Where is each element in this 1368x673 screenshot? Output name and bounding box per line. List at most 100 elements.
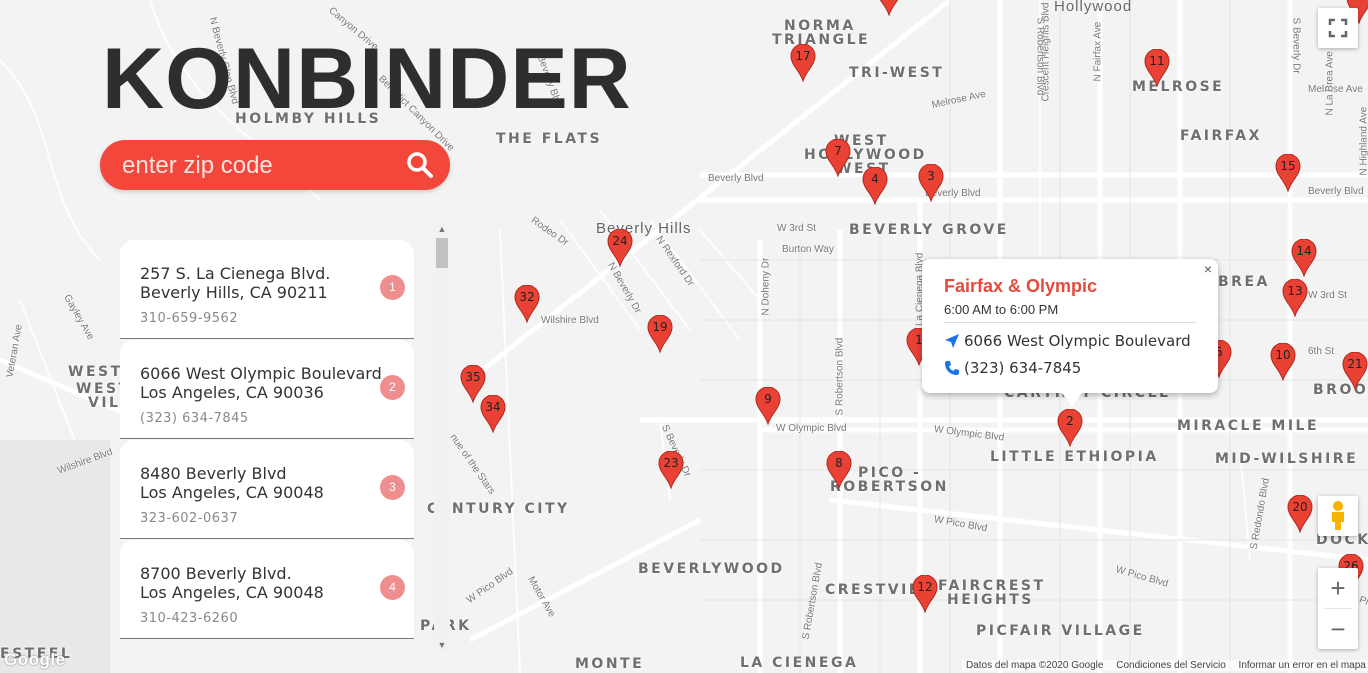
neighborhood-label: THE FLATS: [496, 131, 603, 147]
store-card[interactable]: 257 S. La Cienega Blvd. Beverly Hills, C…: [120, 240, 414, 339]
scroll-up-icon[interactable]: ▲: [434, 222, 450, 236]
close-icon[interactable]: ×: [1204, 261, 1212, 277]
store-marker[interactable]: 21: [1342, 352, 1368, 390]
street-label: N Highland Ave: [1358, 106, 1368, 176]
neighborhood-label: BREA: [1218, 274, 1270, 290]
phone-icon: [945, 361, 959, 375]
neighborhood-label: PICFAIR VILLAGE: [976, 623, 1145, 639]
store-marker[interactable]: 2: [1057, 409, 1083, 447]
google-logo[interactable]: Google: [4, 650, 66, 670]
scroll-down-icon[interactable]: ▼: [434, 638, 450, 652]
neighborhood-label: FAIRFAX: [1180, 128, 1262, 144]
store-card[interactable]: 8700 Beverly Blvd. Los Angeles, CA 90048…: [120, 540, 414, 639]
store-phone: 323-602-0637: [140, 511, 239, 526]
zip-code-input[interactable]: [120, 149, 394, 183]
brand-logo: KONBINDER: [102, 31, 632, 127]
neighborhood-label: BEVERLY GROVE: [849, 222, 1009, 238]
store-number-badge: 3: [380, 475, 405, 500]
store-list-scrollbar[interactable]: ▲ ▼: [434, 222, 450, 652]
store-marker[interactable]: 7: [825, 139, 851, 177]
store-marker[interactable]: 24: [607, 229, 633, 267]
neighborhood-label: LITTLE ETHIOPIA: [990, 449, 1159, 465]
store-card[interactable]: 8480 Beverly Blvd Los Angeles, CA 90048 …: [120, 440, 414, 539]
search-button[interactable]: [406, 151, 434, 179]
store-number-badge: 2: [380, 375, 405, 400]
store-number-badge: 4: [380, 575, 405, 600]
street-label: S Robertson Blvd: [834, 337, 846, 416]
street-label: 6th St: [1308, 346, 1335, 357]
store-phone: 310-423-6260: [140, 611, 239, 626]
store-marker[interactable]: 20: [1287, 495, 1313, 533]
map-data-credit: Datos del mapa ©2020 Google: [966, 660, 1104, 671]
store-number-badge: 1: [380, 275, 405, 300]
search-icon: [407, 152, 433, 178]
store-marker[interactable]: 12: [912, 575, 938, 613]
store-address-line2: Los Angeles, CA 90048: [140, 483, 324, 502]
store-marker[interactable]: 15: [1275, 154, 1301, 192]
neighborhood-label: MONTE: [575, 656, 645, 672]
store-address-line2: Beverly Hills, CA 90211: [140, 283, 328, 302]
map-attribution: Datos del mapa ©2020 Google Condiciones …: [962, 660, 1368, 671]
zoom-out-button[interactable]: −: [1318, 609, 1358, 649]
store-marker[interactable]: 8: [826, 451, 852, 489]
street-label: N Doheny Dr: [760, 257, 772, 316]
store-marker[interactable]: 9: [755, 387, 781, 425]
neighborhood-label: BEVERLYWOOD: [638, 561, 785, 577]
neighborhood-label: TRI-WEST: [849, 65, 945, 81]
store-marker[interactable]: 23: [658, 451, 684, 489]
store-marker[interactable]: 34: [480, 395, 506, 433]
store-marker[interactable]: 11: [1144, 49, 1170, 87]
street-label: W 3rd St: [777, 223, 816, 234]
street-label: S Beverly Dr: [1290, 17, 1302, 74]
navigation-arrow-icon: [945, 334, 959, 348]
store-marker[interactable]: 17: [790, 44, 816, 82]
street-label: Beverly Blvd: [708, 173, 764, 184]
city-label: Hollywood: [1054, 0, 1133, 15]
store-marker[interactable]: 3: [918, 164, 944, 202]
fullscreen-button[interactable]: [1318, 8, 1358, 48]
zoom-in-button[interactable]: +: [1318, 568, 1358, 608]
report-error-link[interactable]: Informar un error en el mapa: [1239, 660, 1366, 671]
store-marker[interactable]: 10: [1270, 343, 1296, 381]
store-address-line2: Los Angeles, CA 90036: [140, 383, 324, 402]
street-label: N La Brea Ave: [1324, 51, 1336, 116]
store-address-line2: Los Angeles, CA 90048: [140, 583, 324, 602]
street-label: N Fairfax Ave: [1092, 21, 1104, 82]
info-window-phone[interactable]: (323) 634-7845: [964, 359, 1081, 377]
info-window-address[interactable]: 6066 West Olympic Boulevard: [964, 332, 1191, 350]
store-marker[interactable]: 14: [1291, 239, 1317, 277]
scrollbar-thumb[interactable]: [436, 238, 448, 268]
info-window-hours: 6:00 AM to 6:00 PM: [944, 302, 1059, 317]
street-label: Beverly Blvd: [1308, 186, 1364, 197]
neighborhood-label: HEIGHTS: [947, 592, 1034, 608]
store-marker[interactable]: 4: [862, 167, 888, 205]
store-address-line1: 6066 West Olympic Boulevard: [140, 364, 382, 383]
store-marker[interactable]: 32: [514, 285, 540, 323]
store-card[interactable]: 6066 West Olympic Boulevard Los Angeles,…: [120, 340, 414, 439]
street-label: Wilshire Blvd: [541, 315, 599, 326]
neighborhood-label: MIRACLE MILE: [1177, 418, 1320, 434]
neighborhood-label: LA CIENEGA: [740, 655, 859, 671]
street-label: Burton Way: [782, 244, 834, 255]
street-view-pegman[interactable]: [1318, 496, 1358, 536]
street-label: W 3rd St: [1308, 290, 1347, 301]
fullscreen-icon: [1328, 18, 1348, 38]
street-label: W Olympic Blvd: [776, 423, 847, 434]
zip-search-bar: [100, 140, 450, 190]
store-marker[interactable]: [876, 0, 902, 16]
pegman-icon: [1332, 501, 1344, 530]
store-marker[interactable]: 13: [1282, 279, 1308, 317]
info-window-divider: [944, 322, 1196, 323]
store-address-line1: 257 S. La Cienega Blvd.: [140, 264, 331, 283]
neighborhood-label: MID-WILSHIRE: [1215, 451, 1359, 467]
terms-link[interactable]: Condiciones del Servicio: [1116, 660, 1226, 671]
store-list: 257 S. La Cienega Blvd. Beverly Hills, C…: [120, 238, 450, 652]
store-phone: (323) 634-7845: [140, 411, 249, 426]
store-info-window: × Fairfax & Olympic 6:00 AM to 6:00 PM 6…: [922, 259, 1218, 407]
store-marker[interactable]: 19: [647, 315, 673, 353]
street-label: S Robertson Blvd: [1034, 17, 1046, 96]
zoom-controls: + −: [1318, 568, 1358, 649]
info-window-title: Fairfax & Olympic: [944, 276, 1098, 296]
store-phone: 310-659-9562: [140, 311, 239, 326]
neighborhood-label: TRIANGLE: [772, 32, 871, 48]
